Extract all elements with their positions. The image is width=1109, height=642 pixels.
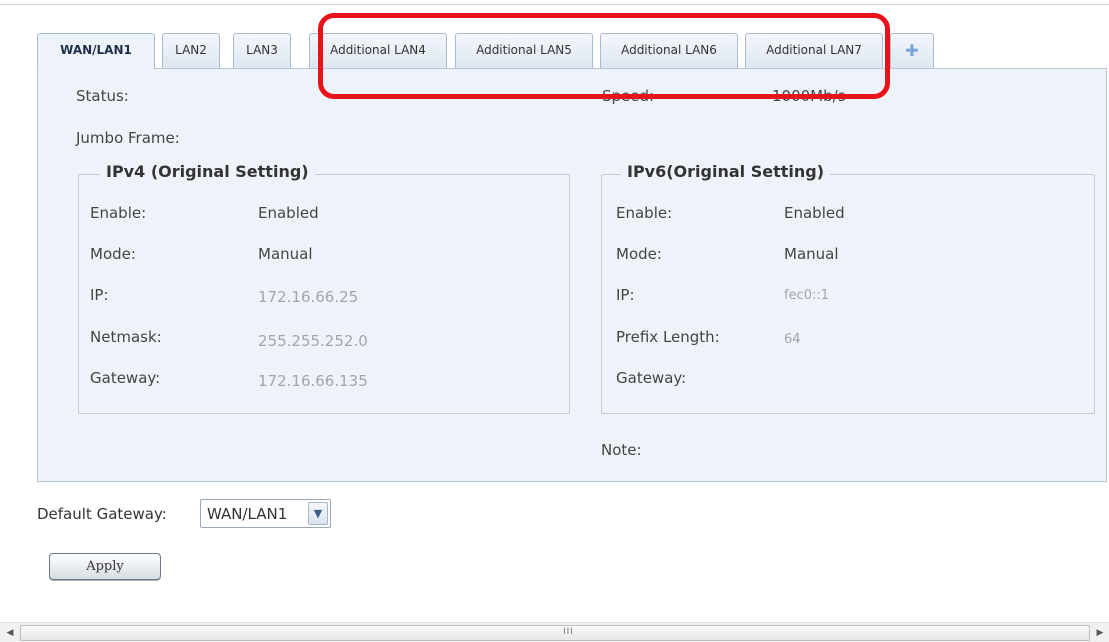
ipv6-enable-value: Enabled (784, 204, 845, 222)
top-divider (0, 4, 1109, 5)
chevron-down-icon[interactable]: ▼ (308, 502, 328, 525)
tab-additional-lan6[interactable]: Additional LAN6 (600, 33, 738, 68)
scrollbar-thumb[interactable]: III (20, 625, 1090, 641)
ipv6-prefix-length-value: 64 (784, 332, 801, 347)
tab-additional-lan4[interactable]: Additional LAN4 (309, 33, 447, 68)
apply-button[interactable]: Apply (49, 553, 161, 580)
ipv6-ip-value: fec0::1 (784, 288, 830, 303)
ipv6-ip-label: IP: (616, 286, 635, 304)
ipv4-enable-value: Enabled (258, 204, 319, 222)
tab-wan-lan1[interactable]: WAN/LAN1 (37, 33, 155, 69)
ipv4-netmask-label: Netmask: (90, 328, 162, 346)
speed-value: 1000Mb/s (772, 87, 846, 105)
speed-label: Speed: (602, 87, 655, 105)
note-label: Note: (601, 441, 642, 459)
tab-additional-lan7[interactable]: Additional LAN7 (745, 33, 883, 68)
ipv4-mode-label: Mode: (90, 245, 136, 263)
ipv6-prefix-length-label: Prefix Length: (616, 328, 720, 346)
ipv4-gateway-label: Gateway: (90, 369, 161, 387)
default-gateway-select[interactable]: WAN/LAN1 ▼ (200, 499, 331, 528)
scrollbar-grip: III (563, 627, 574, 637)
scroll-left-arrow-icon[interactable]: ◀ (2, 625, 18, 641)
ipv4-mode-value: Manual (258, 245, 313, 263)
default-gateway-selected-value: WAN/LAN1 (207, 505, 288, 523)
ipv6-gateway-label: Gateway: (616, 369, 687, 387)
tab-bar: WAN/LAN1 LAN2 LAN3 Additional LAN4 Addit… (37, 33, 1097, 69)
scroll-right-arrow-icon[interactable]: ▶ (1092, 625, 1108, 641)
ipv4-gateway-value: 172.16.66.135 (258, 372, 368, 390)
wan-lan1-panel: Status: Speed: 1000Mb/s Jumbo Frame: IPv… (37, 68, 1107, 482)
add-tab-button[interactable]: ✚ (890, 33, 934, 68)
horizontal-scrollbar[interactable]: ◀ III ▶ (0, 622, 1109, 642)
ipv4-ip-label: IP: (90, 286, 109, 304)
ipv4-netmask-value: 255.255.252.0 (258, 332, 368, 350)
ipv4-group-title: IPv4 (Original Setting) (100, 162, 315, 181)
tab-lan3[interactable]: LAN3 (233, 33, 291, 68)
ipv6-mode-value: Manual (784, 245, 839, 263)
ipv4-ip-value: 172.16.66.25 (258, 288, 359, 306)
tab-lan2[interactable]: LAN2 (162, 33, 220, 68)
default-gateway-label: Default Gateway: (37, 505, 167, 523)
tab-additional-lan5[interactable]: Additional LAN5 (455, 33, 593, 68)
ipv6-enable-label: Enable: (616, 204, 673, 222)
jumbo-frame-label: Jumbo Frame: (76, 129, 180, 147)
status-label: Status: (76, 87, 129, 105)
ipv6-mode-label: Mode: (616, 245, 662, 263)
ipv6-group-title: IPv6(Original Setting) (621, 162, 831, 181)
plus-icon: ✚ (905, 41, 919, 60)
ipv4-enable-label: Enable: (90, 204, 147, 222)
